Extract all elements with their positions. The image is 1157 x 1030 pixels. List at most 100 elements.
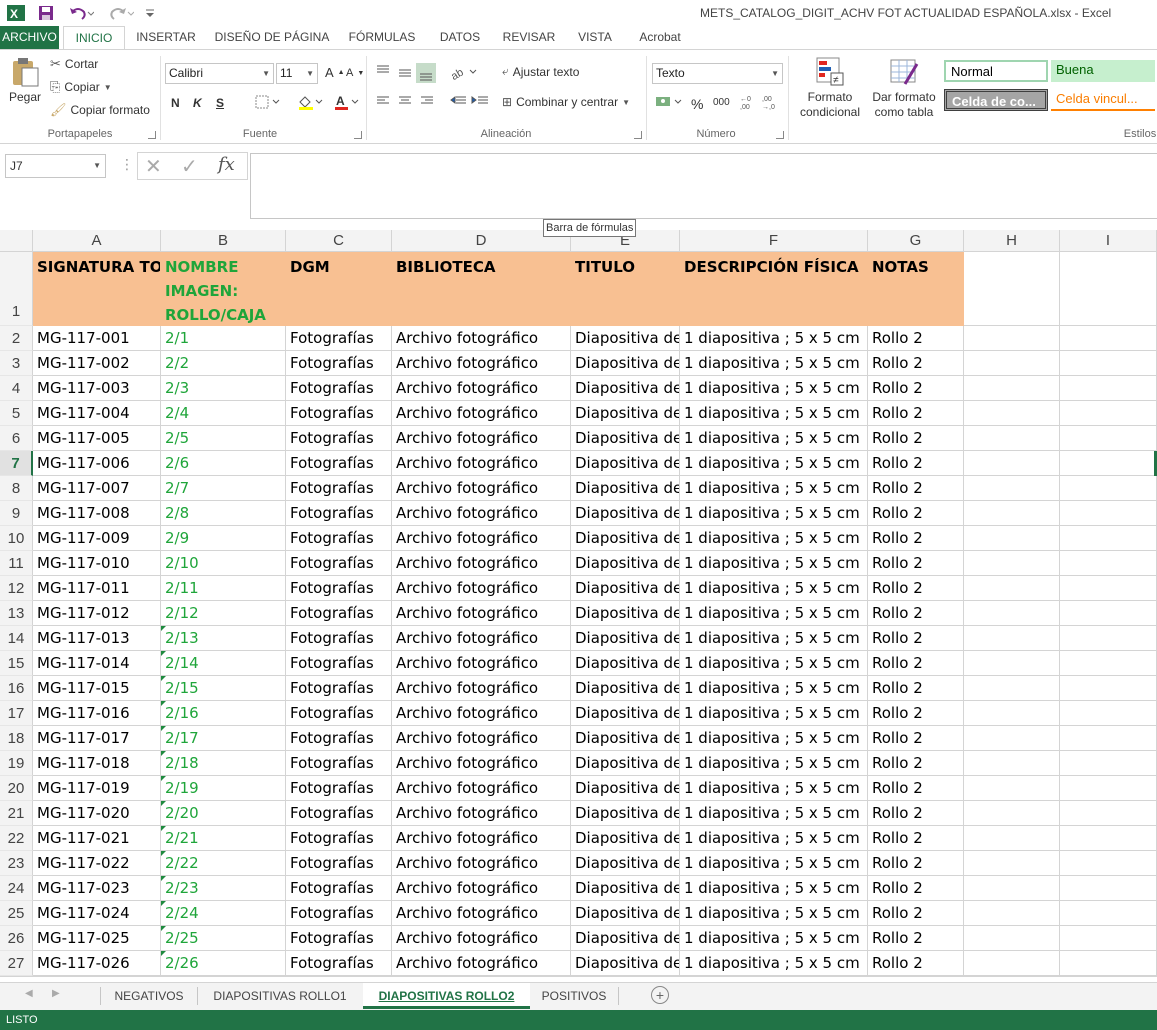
cell-c[interactable]: Fotografías xyxy=(286,676,392,701)
cell-h[interactable] xyxy=(964,776,1060,801)
cell-f[interactable]: 1 diapositiva ; 5 x 5 cm xyxy=(680,926,868,951)
cell-a[interactable]: MG-117-012 xyxy=(33,601,161,626)
cell-a[interactable]: MG-117-020 xyxy=(33,801,161,826)
cell-e[interactable]: Diapositiva de xyxy=(571,676,680,701)
row-header[interactable]: 21 xyxy=(0,801,33,826)
cell-c[interactable]: Fotografías xyxy=(286,526,392,551)
cell-c[interactable]: Fotografías xyxy=(286,476,392,501)
header-cell-e[interactable]: TITULO xyxy=(571,252,680,326)
cell-b[interactable]: 2/22 xyxy=(161,851,286,876)
cell-f[interactable]: 1 diapositiva ; 5 x 5 cm xyxy=(680,826,868,851)
cell-h[interactable] xyxy=(964,451,1060,476)
cell-h[interactable] xyxy=(964,551,1060,576)
thousands-button[interactable]: 000 xyxy=(713,97,730,108)
row-header[interactable]: 20 xyxy=(0,776,33,801)
cell-a[interactable]: MG-117-003 xyxy=(33,376,161,401)
cell-d[interactable]: Archivo fotográfico xyxy=(392,401,571,426)
cell-a[interactable]: MG-117-001 xyxy=(33,326,161,351)
column-header-f[interactable]: F xyxy=(680,230,868,252)
cell-f[interactable]: 1 diapositiva ; 5 x 5 cm xyxy=(680,576,868,601)
align-left-icon[interactable] xyxy=(375,94,435,108)
undo-icon[interactable] xyxy=(66,3,96,23)
cell-b[interactable]: 2/14 xyxy=(161,651,286,676)
tab-acrobat[interactable]: Acrobat xyxy=(630,26,690,49)
sheet-tab-positivos[interactable]: POSITIVOS xyxy=(530,983,618,1009)
cell-g[interactable]: Rollo 2 xyxy=(868,376,964,401)
cell-e[interactable]: Diapositiva de xyxy=(571,951,680,976)
cell-c[interactable]: Fotografías xyxy=(286,551,392,576)
cell-c[interactable]: Fotografías xyxy=(286,651,392,676)
cell-d[interactable]: Archivo fotográfico xyxy=(392,651,571,676)
cell-b[interactable]: 2/25 xyxy=(161,926,286,951)
cell-i[interactable] xyxy=(1060,651,1157,676)
cell-d[interactable]: Archivo fotográfico xyxy=(392,876,571,901)
cell-h[interactable] xyxy=(964,676,1060,701)
cell-f[interactable]: 1 diapositiva ; 5 x 5 cm xyxy=(680,651,868,676)
sheet-tab-diapositivas-rollo2[interactable]: DIAPOSITIVAS ROLLO2 xyxy=(363,983,530,1009)
cell-e[interactable]: Diapositiva de xyxy=(571,526,680,551)
cell-b[interactable]: 2/1 xyxy=(161,326,286,351)
cell-d[interactable]: Archivo fotográfico xyxy=(392,701,571,726)
cell-g[interactable]: Rollo 2 xyxy=(868,951,964,976)
cell-a[interactable]: MG-117-014 xyxy=(33,651,161,676)
row-header[interactable]: 24 xyxy=(0,876,33,901)
cell-e[interactable]: Diapositiva de xyxy=(571,751,680,776)
decrease-font-icon[interactable]: A ▼ xyxy=(346,67,364,79)
column-header-h[interactable]: H xyxy=(964,230,1060,252)
increase-font-icon[interactable]: A ▲ xyxy=(325,65,345,80)
cell-g[interactable]: Rollo 2 xyxy=(868,901,964,926)
cell-h[interactable] xyxy=(964,651,1060,676)
cell-g[interactable]: Rollo 2 xyxy=(868,476,964,501)
cell-b[interactable]: 2/10 xyxy=(161,551,286,576)
cell-b[interactable]: 2/16 xyxy=(161,701,286,726)
cell-f[interactable]: 1 diapositiva ; 5 x 5 cm xyxy=(680,601,868,626)
cell-f[interactable]: 1 diapositiva ; 5 x 5 cm xyxy=(680,626,868,651)
cell-a[interactable]: MG-117-025 xyxy=(33,926,161,951)
cell-f[interactable]: 1 diapositiva ; 5 x 5 cm xyxy=(680,401,868,426)
dialog-launcher-icon[interactable] xyxy=(776,131,784,139)
header-cell-c[interactable]: DGM xyxy=(286,252,392,326)
cell-h[interactable] xyxy=(964,351,1060,376)
style-linked-cell[interactable]: Celda vincul... xyxy=(1051,89,1155,111)
row-header[interactable]: 7 xyxy=(0,451,33,476)
cell-a[interactable]: MG-117-023 xyxy=(33,876,161,901)
cell-i[interactable] xyxy=(1060,801,1157,826)
merge-center-button[interactable]: ⊞ Combinar y centrar ▼ xyxy=(502,95,630,109)
name-box[interactable]: J7 ▼ xyxy=(5,154,106,178)
formula-input[interactable] xyxy=(250,153,1157,219)
cell-b[interactable]: 2/19 xyxy=(161,776,286,801)
row-header[interactable]: 4 xyxy=(0,376,33,401)
cut-button[interactable]: ✂ Cortar xyxy=(50,56,98,72)
cell-i[interactable] xyxy=(1060,901,1157,926)
cell-i[interactable] xyxy=(1060,501,1157,526)
cell-c[interactable]: Fotografías xyxy=(286,601,392,626)
cell-g[interactable]: Rollo 2 xyxy=(868,426,964,451)
cell-i[interactable] xyxy=(1060,876,1157,901)
cell-c[interactable]: Fotografías xyxy=(286,901,392,926)
underline-button[interactable]: S xyxy=(216,96,224,110)
cell-d[interactable]: Archivo fotográfico xyxy=(392,826,571,851)
cell-h[interactable] xyxy=(964,726,1060,751)
cell-i[interactable] xyxy=(1060,701,1157,726)
cell-c[interactable]: Fotografías xyxy=(286,401,392,426)
cell-f[interactable]: 1 diapositiva ; 5 x 5 cm xyxy=(680,851,868,876)
worksheet-grid[interactable]: ABCDEFGHI1SIGNATURA TOPOGRÁFICANOMBRE IM… xyxy=(0,230,1157,982)
cell-a[interactable]: MG-117-017 xyxy=(33,726,161,751)
header-cell-f[interactable]: DESCRIPCIÓN FÍSICA xyxy=(680,252,868,326)
cell-c[interactable]: Fotografías xyxy=(286,326,392,351)
cell-i[interactable] xyxy=(1060,451,1157,476)
cell-i[interactable] xyxy=(1060,476,1157,501)
cell-b[interactable]: 2/9 xyxy=(161,526,286,551)
cell-g[interactable]: Rollo 2 xyxy=(868,876,964,901)
cell-e[interactable]: Diapositiva de xyxy=(571,326,680,351)
cell-g[interactable]: Rollo 2 xyxy=(868,751,964,776)
column-header-g[interactable]: G xyxy=(868,230,964,252)
cell-f[interactable]: 1 diapositiva ; 5 x 5 cm xyxy=(680,951,868,976)
cell-a[interactable]: MG-117-022 xyxy=(33,851,161,876)
scroll-left-icon[interactable]: ◀ xyxy=(25,988,33,999)
cell-e[interactable]: Diapositiva de xyxy=(571,351,680,376)
column-header-i[interactable]: I xyxy=(1060,230,1157,252)
row-header[interactable]: 9 xyxy=(0,501,33,526)
cell-d[interactable]: Archivo fotográfico xyxy=(392,801,571,826)
cell-c[interactable]: Fotografías xyxy=(286,501,392,526)
